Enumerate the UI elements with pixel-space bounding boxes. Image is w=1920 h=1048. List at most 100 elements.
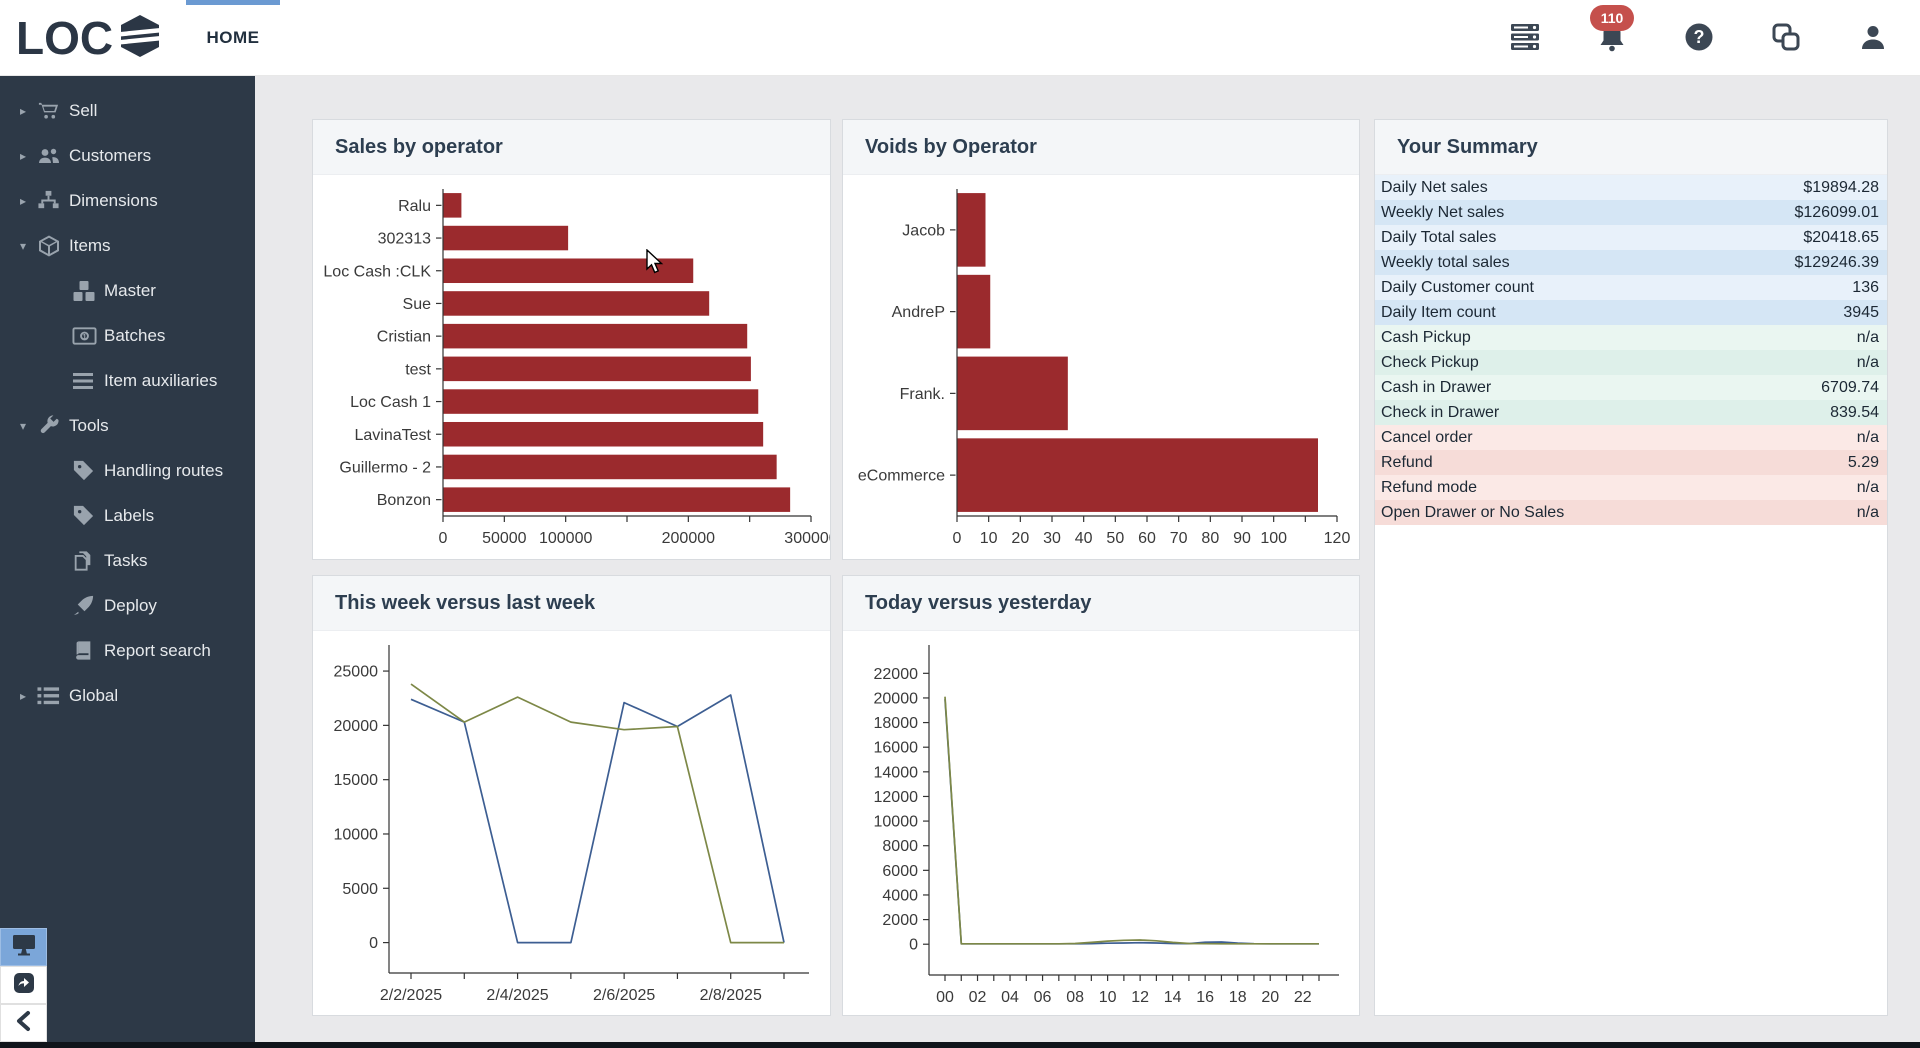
sidebar-item-labels[interactable]: Labels	[0, 493, 255, 538]
pages-icon	[72, 549, 104, 572]
summary-row-label: Cash in Drawer	[1381, 379, 1821, 397]
svg-text:Guillermo - 2: Guillermo - 2	[339, 459, 431, 476]
sidebar-item-batches[interactable]: 1Batches	[0, 313, 255, 358]
sidebar-item-label: Dimensions	[69, 191, 158, 211]
summary-row: Refund moden/a	[1375, 475, 1887, 500]
server-status-button[interactable]	[1508, 21, 1542, 55]
sidebar-item-label: Item auxiliaries	[104, 371, 217, 391]
svg-text:30: 30	[1043, 530, 1061, 547]
sidebar-item-label: Handling routes	[104, 461, 223, 481]
sidebar-item-dimensions[interactable]: ▸Dimensions	[0, 178, 255, 223]
svg-text:?: ?	[1694, 27, 1705, 47]
sidebar-item-tasks[interactable]: Tasks	[0, 538, 255, 583]
sidebar-item-label: Tasks	[104, 551, 147, 571]
help-button[interactable]: ?	[1682, 21, 1716, 55]
notifications-button[interactable]: 110	[1595, 21, 1629, 55]
summary-row-label: Check Pickup	[1381, 354, 1857, 372]
svg-text:2/4/2025: 2/4/2025	[486, 987, 548, 1004]
book-icon	[72, 639, 104, 662]
svg-text:80: 80	[1201, 530, 1219, 547]
chevron-right-icon: ▸	[20, 689, 37, 703]
week-vs-lastweek-chart: 05000100001500020000250002/2/20252/4/202…	[313, 631, 830, 1014]
panel-week-vs-lastweek: This week versus last week 0500010000150…	[312, 575, 831, 1016]
summary-row-label: Open Drawer or No Sales	[1381, 504, 1857, 522]
svg-text:120: 120	[1324, 530, 1351, 547]
sidebar-item-label: Report search	[104, 641, 211, 661]
display-mode-button[interactable]	[0, 928, 47, 966]
wrench-icon	[37, 414, 69, 437]
sidebar: ▸Sell▸Customers▸Dimensions▾ItemsMaster1B…	[0, 76, 255, 1042]
sidebar-item-items[interactable]: ▾ Items	[0, 223, 255, 268]
svg-text:Frank.: Frank.	[900, 386, 945, 403]
voids-by-operator-chart: JacobAndrePFrank.eCommerce01020304050607…	[843, 175, 1359, 558]
tag-icon	[72, 504, 104, 527]
panel-today-title: Today versus yesterday	[865, 592, 1091, 615]
chevron-down-icon: ▾	[20, 239, 37, 253]
chevron-right-icon: ▸	[20, 149, 37, 163]
svg-text:100: 100	[1260, 530, 1287, 547]
svg-text:LavinaTest: LavinaTest	[355, 427, 432, 444]
panel-summary-title-bar: Your Summary	[1375, 120, 1887, 175]
svg-text:04: 04	[1001, 989, 1019, 1006]
summary-row-value: n/a	[1857, 429, 1879, 447]
sidebar-item-master[interactable]: Master	[0, 268, 255, 313]
bottom-window-edge	[0, 1042, 1920, 1048]
sidebar-item-tools[interactable]: ▾Tools	[0, 403, 255, 448]
sidebar-item-report-search[interactable]: Report search	[0, 628, 255, 673]
sidebar-item-item-auxiliaries[interactable]: Item auxiliaries	[0, 358, 255, 403]
banknote-icon: 1	[72, 326, 104, 346]
svg-text:2/2/2025: 2/2/2025	[380, 987, 442, 1004]
summary-row-value: $20418.65	[1803, 229, 1879, 247]
sidebar-item-global[interactable]: ▸Global	[0, 673, 255, 718]
panel-today-vs-yesterday: Today versus yesterday 02000400060008000…	[842, 575, 1360, 1016]
panel-voids-title: Voids by Operator	[865, 136, 1037, 159]
summary-row: Weekly Net sales$126099.01	[1375, 200, 1887, 225]
sidebar-item-handling-routes[interactable]: Handling routes	[0, 448, 255, 493]
summary-row: Check in Drawer839.54	[1375, 400, 1887, 425]
sidebar-item-label: Items	[69, 236, 111, 256]
svg-text:14: 14	[1164, 989, 1182, 1006]
summary-row: Refund5.29	[1375, 450, 1887, 475]
svg-text:90: 90	[1233, 530, 1251, 547]
sidebar-bottom-toolbar	[0, 928, 47, 1042]
summary-row-label: Daily Customer count	[1381, 279, 1852, 297]
logo-text: LOC	[16, 15, 113, 61]
panel-week-title-bar: This week versus last week	[313, 576, 830, 631]
panel-week-title: This week versus last week	[335, 592, 595, 615]
svg-text:10: 10	[980, 530, 998, 547]
panel-voids-title-bar: Voids by Operator	[843, 120, 1359, 175]
app-logo[interactable]: LOC	[16, 0, 163, 76]
user-icon	[1858, 22, 1888, 55]
summary-row-value: n/a	[1857, 479, 1879, 497]
summary-row-label: Check in Drawer	[1381, 404, 1830, 422]
svg-text:Bonzon: Bonzon	[377, 492, 431, 509]
panel-sales-title: Sales by operator	[335, 136, 503, 159]
sidebar-item-deploy[interactable]: Deploy	[0, 583, 255, 628]
svg-text:Jacob: Jacob	[902, 222, 945, 239]
svg-text:14000: 14000	[874, 764, 919, 781]
summary-row-label: Cash Pickup	[1381, 329, 1857, 347]
svg-text:0: 0	[909, 937, 918, 954]
share-button[interactable]	[0, 966, 47, 1004]
user-menu-button[interactable]	[1856, 21, 1890, 55]
sidebar-item-customers[interactable]: ▸Customers	[0, 133, 255, 178]
summary-row-value: n/a	[1857, 504, 1879, 522]
windows-copy-button[interactable]	[1769, 21, 1803, 55]
summary-row-value: 5.29	[1848, 454, 1879, 472]
panel-today-title-bar: Today versus yesterday	[843, 576, 1359, 631]
svg-text:22: 22	[1294, 989, 1312, 1006]
svg-text:eCommerce: eCommerce	[858, 468, 945, 485]
svg-text:2000: 2000	[882, 912, 918, 929]
svg-text:12000: 12000	[874, 789, 919, 806]
tab-home[interactable]: HOME	[186, 0, 280, 76]
header-icon-group: 110 ?	[1508, 0, 1890, 76]
share-arrow-icon	[12, 971, 36, 1000]
summary-row: Cash Pickupn/a	[1375, 325, 1887, 350]
summary-row-value: n/a	[1857, 329, 1879, 347]
chevron-left-icon	[14, 1010, 34, 1037]
svg-text:15000: 15000	[334, 772, 379, 789]
server-icon	[1509, 22, 1541, 55]
sidebar-item-sell[interactable]: ▸Sell	[0, 88, 255, 133]
collapse-sidebar-button[interactable]	[0, 1004, 47, 1042]
app-header: LOC HOME	[0, 0, 1920, 76]
